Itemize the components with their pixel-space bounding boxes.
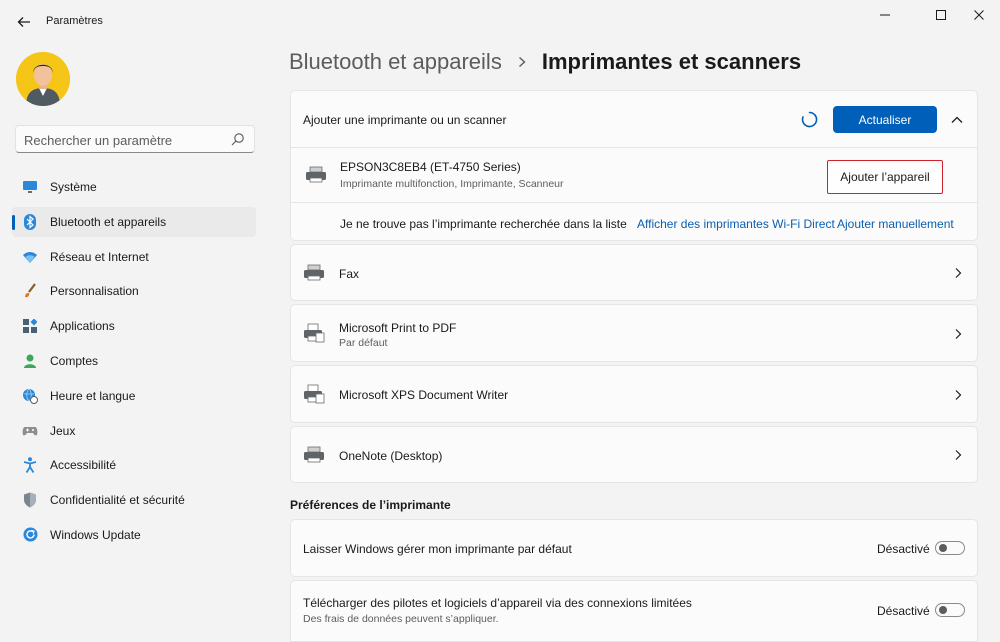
minimize-icon	[880, 14, 890, 16]
update-icon	[22, 527, 38, 543]
sidebar-item-windows-update[interactable]: Windows Update	[12, 520, 256, 550]
found-device-row: EPSON3C8EB4 (ET-4750 Series) Imprimante …	[291, 148, 977, 202]
globe-clock-icon	[22, 388, 38, 404]
preferences-heading: Préférences de l’imprimante	[290, 498, 451, 512]
sidebar-item-comptes[interactable]: Comptes	[12, 346, 256, 376]
back-arrow-icon	[17, 17, 30, 27]
close-icon	[974, 10, 984, 20]
printer-name: Fax	[339, 267, 360, 281]
sidebar-item-label: Bluetooth et appareils	[50, 214, 167, 229]
sidebar-item-label: Personnalisation	[50, 284, 139, 299]
device-description: Imprimante multifonction, Imprimante, Sc…	[340, 178, 564, 190]
printer-row-onenote[interactable]: OneNote (Desktop)	[290, 426, 978, 483]
toggle-knob	[939, 544, 947, 552]
chevron-right-icon	[955, 329, 962, 339]
device-name: EPSON3C8EB4 (ET-4750 Series)	[340, 160, 521, 174]
printer-icon	[304, 446, 324, 463]
breadcrumb: Bluetooth et appareils Imprimantes et sc…	[289, 46, 801, 78]
printer-icon	[304, 323, 325, 343]
chevron-right-icon	[516, 56, 528, 68]
toggle-state-label: Désactivé	[877, 604, 930, 618]
wifi-direct-link[interactable]: Afficher des imprimantes Wi-Fi Direct	[637, 217, 835, 231]
chevron-right-icon	[955, 450, 962, 460]
chevron-up-icon[interactable]	[951, 115, 963, 125]
shield-icon	[22, 492, 38, 508]
divider	[291, 202, 977, 203]
sidebar-item-label: Jeux	[50, 423, 76, 438]
search-input[interactable]	[24, 130, 224, 150]
printer-icon	[304, 384, 325, 404]
printer-row-fax[interactable]: Fax	[290, 244, 978, 301]
chevron-right-icon	[955, 268, 962, 278]
pref-sublabel: Des frais de données peuvent s’appliquer…	[303, 613, 499, 625]
printer-icon	[306, 166, 326, 183]
sidebar-item-confidentialite[interactable]: Confidentialité et sécurité	[12, 485, 256, 515]
pref-label: Télécharger des pilotes et logiciels d’a…	[303, 596, 692, 610]
sidebar-item-personnalisation[interactable]: Personnalisation	[12, 276, 256, 306]
add-printer-card: Ajouter une imprimante ou un scanner Act…	[290, 90, 978, 241]
minimize-button[interactable]	[862, 0, 908, 30]
page-title: Imprimantes et scanners	[541, 49, 802, 74]
refresh-button[interactable]: Actualiser	[833, 106, 937, 133]
accessibility-icon	[22, 457, 38, 474]
sidebar-item-accessibilite[interactable]: Accessibilité	[12, 450, 256, 480]
printer-row-pdf[interactable]: Microsoft Print to PDF Par défaut	[290, 304, 978, 362]
printer-name: Microsoft XPS Document Writer	[339, 388, 509, 402]
printer-name: Microsoft Print to PDF	[339, 321, 457, 335]
apps-icon	[22, 318, 38, 334]
search-box[interactable]	[15, 125, 255, 153]
toggle-state-label: Désactivé	[877, 542, 930, 556]
person-icon	[22, 353, 38, 369]
sidebar-item-applications[interactable]: Applications	[12, 311, 256, 341]
sidebar-item-label: Heure et langue	[50, 388, 136, 403]
sidebar-item-label: Comptes	[50, 353, 99, 368]
monitor-icon	[22, 179, 38, 195]
title-bar: Paramètres	[0, 0, 1000, 44]
sidebar-item-bluetooth[interactable]: Bluetooth et appareils	[12, 206, 256, 237]
add-manually-link[interactable]: Ajouter manuellement	[837, 217, 954, 231]
not-listed-text: Je ne trouve pas l’imprimante recherchée…	[340, 217, 627, 231]
bluetooth-icon	[22, 213, 38, 230]
brush-icon	[22, 283, 38, 299]
gamepad-icon	[22, 423, 38, 439]
sidebar-item-systeme[interactable]: Système	[12, 172, 256, 202]
user-avatar-icon	[16, 52, 70, 106]
printer-name: OneNote (Desktop)	[339, 449, 443, 463]
sidebar-item-label: Accessibilité	[50, 458, 117, 473]
sidebar-item-label: Confidentialité et sécurité	[50, 493, 185, 508]
search-icon[interactable]	[231, 132, 245, 146]
add-printer-title: Ajouter une imprimante ou un scanner	[303, 113, 507, 127]
breadcrumb-parent-link[interactable]: Bluetooth et appareils	[289, 49, 502, 75]
wifi-icon	[22, 249, 38, 265]
sidebar-item-heure[interactable]: Heure et langue	[12, 381, 256, 411]
default-printer-toggle[interactable]	[935, 541, 965, 555]
back-button[interactable]	[10, 8, 38, 36]
printer-row-xps[interactable]: Microsoft XPS Document Writer	[290, 365, 978, 423]
sidebar-item-jeux[interactable]: Jeux	[12, 416, 256, 446]
sidebar-item-label: Windows Update	[50, 527, 141, 542]
maximize-icon	[936, 10, 946, 20]
fax-icon	[304, 264, 324, 281]
sidebar-item-label: Système	[50, 180, 97, 194]
sidebar-item-label: Applications	[50, 319, 115, 334]
pref-row-default-printer: Laisser Windows gérer mon imprimante par…	[290, 519, 978, 577]
sidebar-item-reseau[interactable]: Réseau et Internet	[12, 242, 256, 272]
add-device-button[interactable]: Ajouter l’appareil	[827, 160, 943, 194]
chevron-right-icon	[955, 390, 962, 400]
app-title: Paramètres	[46, 15, 103, 27]
sidebar-nav: Système Bluetooth et appareils Réseau et…	[12, 172, 256, 555]
sidebar-item-label: Réseau et Internet	[50, 249, 149, 264]
avatar[interactable]	[16, 52, 70, 106]
printer-default-label: Par défaut	[339, 337, 388, 349]
close-button[interactable]	[956, 0, 1000, 30]
pref-row-metered-drivers: Télécharger des pilotes et logiciels d’a…	[290, 580, 978, 642]
toggle-knob	[939, 606, 947, 614]
pref-label: Laisser Windows gérer mon imprimante par…	[303, 542, 572, 556]
metered-drivers-toggle[interactable]	[935, 603, 965, 617]
loading-spinner-icon	[801, 111, 818, 128]
